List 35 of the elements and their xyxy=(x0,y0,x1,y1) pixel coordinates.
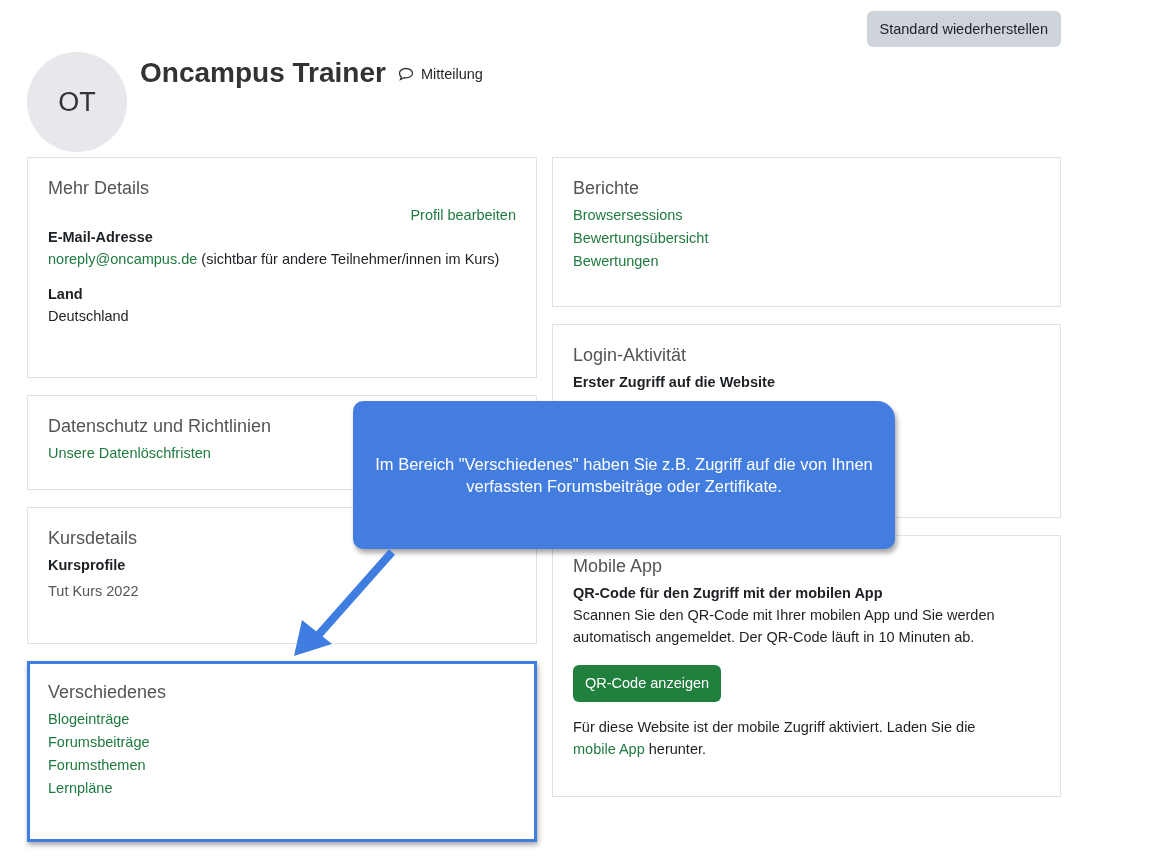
section-link[interactable]: Bewertungen xyxy=(573,253,659,269)
mobile-app-link[interactable]: mobile App xyxy=(573,741,645,758)
section-title: Login-Aktivität xyxy=(573,345,688,366)
message-link[interactable]: Mitteilung xyxy=(397,64,483,84)
section-title: Datenschutz und Richtlinien xyxy=(48,416,273,437)
section-link[interactable]: Lernpläne xyxy=(48,780,113,796)
section-link[interactable]: Forumsthemen xyxy=(48,757,146,773)
section-title: Mobile App xyxy=(573,556,664,577)
field-label: QR-Code für den Zugriff mit der mobilen App xyxy=(573,585,884,601)
section-link[interactable]: Browsersessions xyxy=(573,207,683,223)
mobile-access-note: Für diese Website ist der mobile Zugriff aktiviert. Laden Sie die mobile App herunter. xyxy=(573,717,977,760)
show-qr-button[interactable]: QR-Code anzeigen xyxy=(573,664,722,702)
field-value: noreply@oncampus.de (sichtbar für andere Teilnehmer/innen im Kurs) xyxy=(48,250,501,269)
reset-button[interactable]: Standard wiederherstellen xyxy=(866,11,1061,47)
section-title: Kursdetails xyxy=(48,528,139,549)
field-value: Scannen Sie den QR-Code mit Ihrer mobilen App und Sie werden automatisch angemeldet. Der QR-Code läuft in 10 Minuten ab. xyxy=(573,606,996,648)
speech-bubble-icon xyxy=(397,67,414,81)
field-label: Kursprofile xyxy=(48,557,127,573)
section-link[interactable]: Blogeinträge xyxy=(48,711,130,727)
edit-profile-link[interactable]: Profil bearbeiten xyxy=(410,207,516,223)
section-link[interactable]: Forumsbeiträge xyxy=(48,734,150,750)
field-value: Tut Kurs 2022 xyxy=(48,582,140,601)
section-link[interactable]: Bewertungsübersicht xyxy=(573,230,709,246)
email-link[interactable]: noreply@oncampus.de xyxy=(48,251,198,267)
section-title: Verschiedenes xyxy=(48,682,168,703)
field-label: Land xyxy=(48,286,84,303)
section-link[interactable]: Unsere Datenlöschfristen xyxy=(48,445,211,461)
section-title: Mehr Details xyxy=(48,178,151,199)
user-name: Oncampus Trainer xyxy=(140,57,386,89)
avatar-initials: OT xyxy=(27,52,127,152)
field-value: Deutschland xyxy=(48,307,130,327)
section-title: Berichte xyxy=(573,178,641,199)
callout-text: Im Bereich "Verschiedenes" haben Sie z.B. Zugriff auf die von Ihnen verfassten Forumsbeiträge oder Zertifikate. xyxy=(374,453,874,497)
field-label: Erster Zugriff auf die Website xyxy=(573,374,776,390)
field-label: E-Mail-Adresse xyxy=(48,229,154,245)
